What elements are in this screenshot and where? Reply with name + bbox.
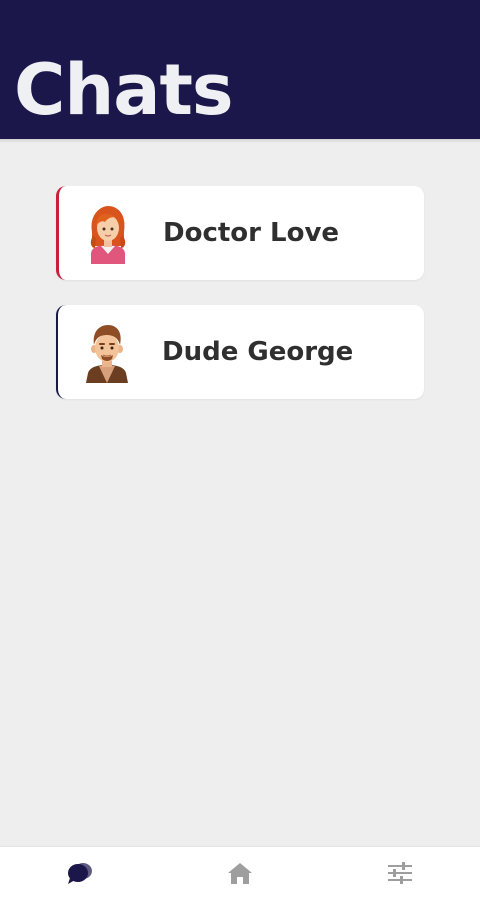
chat-name: Dude George [162, 337, 354, 367]
chat-item-doctor-love[interactable]: Doctor Love [56, 186, 424, 280]
man-avatar-icon [82, 321, 132, 383]
nav-chats-button[interactable] [0, 847, 160, 899]
app-header: Chats [0, 0, 480, 139]
header-shadow [0, 139, 480, 143]
page-title: Chats [14, 49, 234, 131]
home-icon [228, 863, 252, 884]
settings-sliders-icon [388, 862, 412, 884]
bottom-navigation [0, 846, 480, 899]
nav-settings-button[interactable] [320, 847, 480, 899]
woman-avatar-icon [83, 202, 133, 264]
chat-bubbles-icon [68, 863, 92, 884]
chat-item-dude-george[interactable]: Dude George [56, 305, 424, 399]
chat-name: Doctor Love [163, 218, 340, 248]
nav-home-button[interactable] [160, 847, 320, 899]
